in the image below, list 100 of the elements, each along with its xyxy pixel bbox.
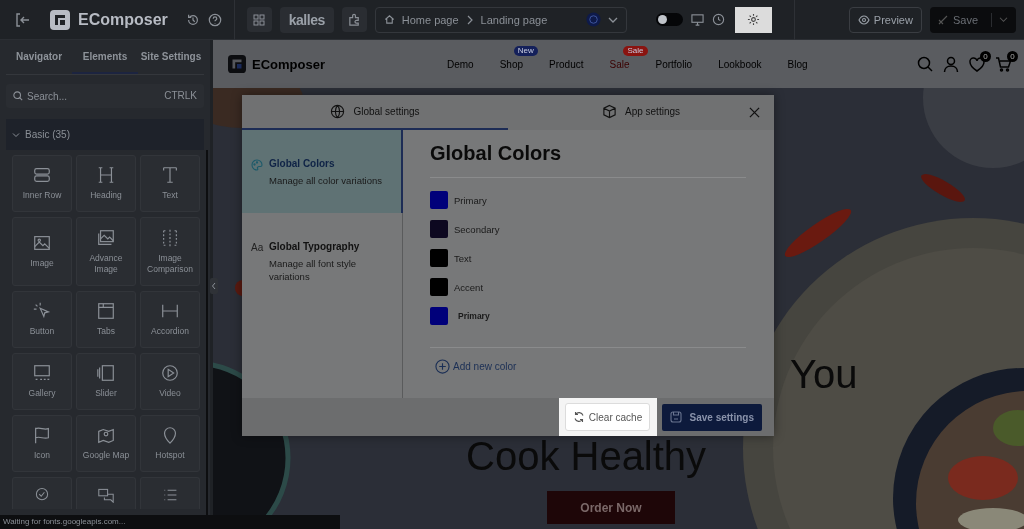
panel-tab[interactable]: Navigator (6, 40, 72, 74)
panel-tab[interactable]: Elements (72, 40, 138, 74)
element-tile[interactable]: Google Map (76, 415, 136, 472)
element-tile[interactable] (76, 477, 136, 509)
nav-badge: Sale (623, 45, 648, 56)
color-name: Text (454, 252, 472, 264)
element-tile[interactable]: Tabs (76, 291, 136, 348)
color-name: Accent (454, 281, 484, 293)
element-tile[interactable]: Image Comparison (140, 217, 200, 286)
tabs-icon (96, 301, 116, 322)
element-tile[interactable]: Advance Image (76, 217, 136, 286)
logo-icon (228, 55, 246, 73)
caret-icon (999, 16, 1008, 23)
element-tile[interactable]: Hotspot (140, 415, 200, 472)
nav-link[interactable]: Shop (499, 58, 523, 70)
search-icon (13, 91, 23, 101)
element-tile[interactable]: Accordion (140, 291, 200, 348)
grid-icon (253, 13, 266, 26)
close-icon[interactable] (749, 107, 760, 118)
element-tile[interactable]: Button (12, 291, 72, 348)
cart-icon[interactable] (995, 56, 1012, 72)
play-icon (160, 363, 180, 384)
color-name[interactable]: Primary (458, 311, 490, 321)
settings-button[interactable] (734, 6, 772, 33)
chat-icon (96, 487, 116, 503)
nav-link[interactable]: Sale (609, 58, 630, 70)
section-header[interactable]: Basic (35) (6, 119, 204, 150)
color-swatch[interactable] (430, 307, 448, 325)
settings-menu-item[interactable]: Global Colors Manage all color variations (242, 130, 403, 213)
site-logo: EComposer (252, 56, 325, 72)
order-button[interactable]: Order Now (547, 491, 675, 524)
section-title: Global Colors (430, 142, 746, 178)
chevron-icon (12, 131, 20, 138)
settings-icon (746, 13, 760, 26)
nav-link[interactable]: Lookbook (718, 58, 762, 70)
clock-icon[interactable] (711, 13, 725, 26)
hero-heading: You (790, 354, 858, 394)
layout-button[interactable] (246, 7, 272, 32)
exit-icon[interactable] (14, 11, 30, 28)
app-logo: EComposer (78, 10, 168, 29)
add-color-button[interactable]: Add new color (435, 359, 517, 374)
color-name: Primary (454, 194, 487, 206)
nav-link[interactable]: Blog (787, 58, 808, 70)
element-tile[interactable]: Inner Row (12, 155, 72, 212)
page-selector[interactable]: Home page Landing page (374, 6, 627, 33)
chevron-icon (465, 14, 474, 25)
toggle-switch[interactable] (655, 13, 683, 26)
cube-icon (601, 104, 617, 119)
heart-icon[interactable] (969, 56, 985, 72)
search-icon[interactable] (917, 56, 933, 72)
preview-button[interactable]: Preview (848, 6, 922, 33)
element-tile[interactable]: Text (140, 155, 200, 212)
nav-badge: New (513, 45, 538, 56)
nav-link[interactable]: Demo (446, 58, 474, 70)
text-icon (160, 165, 180, 186)
user-icon[interactable] (943, 56, 959, 72)
refresh-icon (572, 411, 585, 423)
save-settings-button[interactable]: Save settings (661, 403, 762, 431)
color-swatch[interactable] (430, 249, 448, 267)
nav-link[interactable]: Product (549, 58, 584, 70)
breadcrumb-item[interactable]: Landing page (480, 13, 548, 26)
clear-cache-button[interactable]: Clear cache (564, 403, 651, 431)
color-swatch[interactable] (430, 191, 448, 209)
apps-button[interactable] (341, 7, 367, 32)
cart-count: 0 (1007, 50, 1018, 62)
puzzle-icon (347, 13, 361, 26)
element-tile[interactable]: Image (12, 217, 72, 286)
element-tile[interactable] (140, 477, 200, 509)
element-tile[interactable] (12, 477, 72, 509)
typography-icon: Aa (251, 242, 263, 254)
color-swatch[interactable] (430, 278, 448, 296)
caret-icon (607, 15, 618, 24)
element-tile[interactable]: Heading (76, 155, 136, 212)
panel-tab[interactable]: Site Settings (138, 40, 204, 74)
nav-link[interactable]: Portfolio (655, 58, 693, 70)
breadcrumb-item[interactable]: Home page (401, 13, 459, 26)
section-title: Basic (35) (25, 129, 70, 140)
element-tile[interactable]: Slider (76, 353, 136, 410)
status-bar: Waiting for fonts.googleapis.com... (0, 515, 340, 529)
settings-menu-item[interactable]: Aa Global Typography Manage all font style variations (242, 213, 402, 296)
element-tile[interactable]: Icon (12, 415, 72, 472)
save-button[interactable]: Save (929, 6, 1016, 33)
color-swatch[interactable] (430, 220, 448, 238)
wishlist-count: 0 (980, 50, 991, 62)
desktop-icon[interactable] (690, 13, 704, 26)
compare-icon (160, 227, 180, 248)
floppy-icon (669, 411, 682, 423)
history-icon[interactable] (185, 12, 200, 27)
collapse-handle[interactable] (210, 278, 218, 294)
element-tile[interactable]: Video (140, 353, 200, 410)
dialog-tab[interactable]: App settings (508, 95, 774, 130)
store-badge[interactable]: kalles (279, 6, 334, 33)
eye-icon (857, 14, 870, 25)
help-icon[interactable] (207, 12, 222, 27)
home-icon (383, 14, 395, 25)
color-name: Secondary (454, 223, 500, 235)
element-tile[interactable]: Gallery (12, 353, 72, 410)
slider-icon (96, 363, 116, 384)
heading-icon (96, 165, 116, 186)
shortcut-hint: CTRLK (164, 90, 197, 101)
